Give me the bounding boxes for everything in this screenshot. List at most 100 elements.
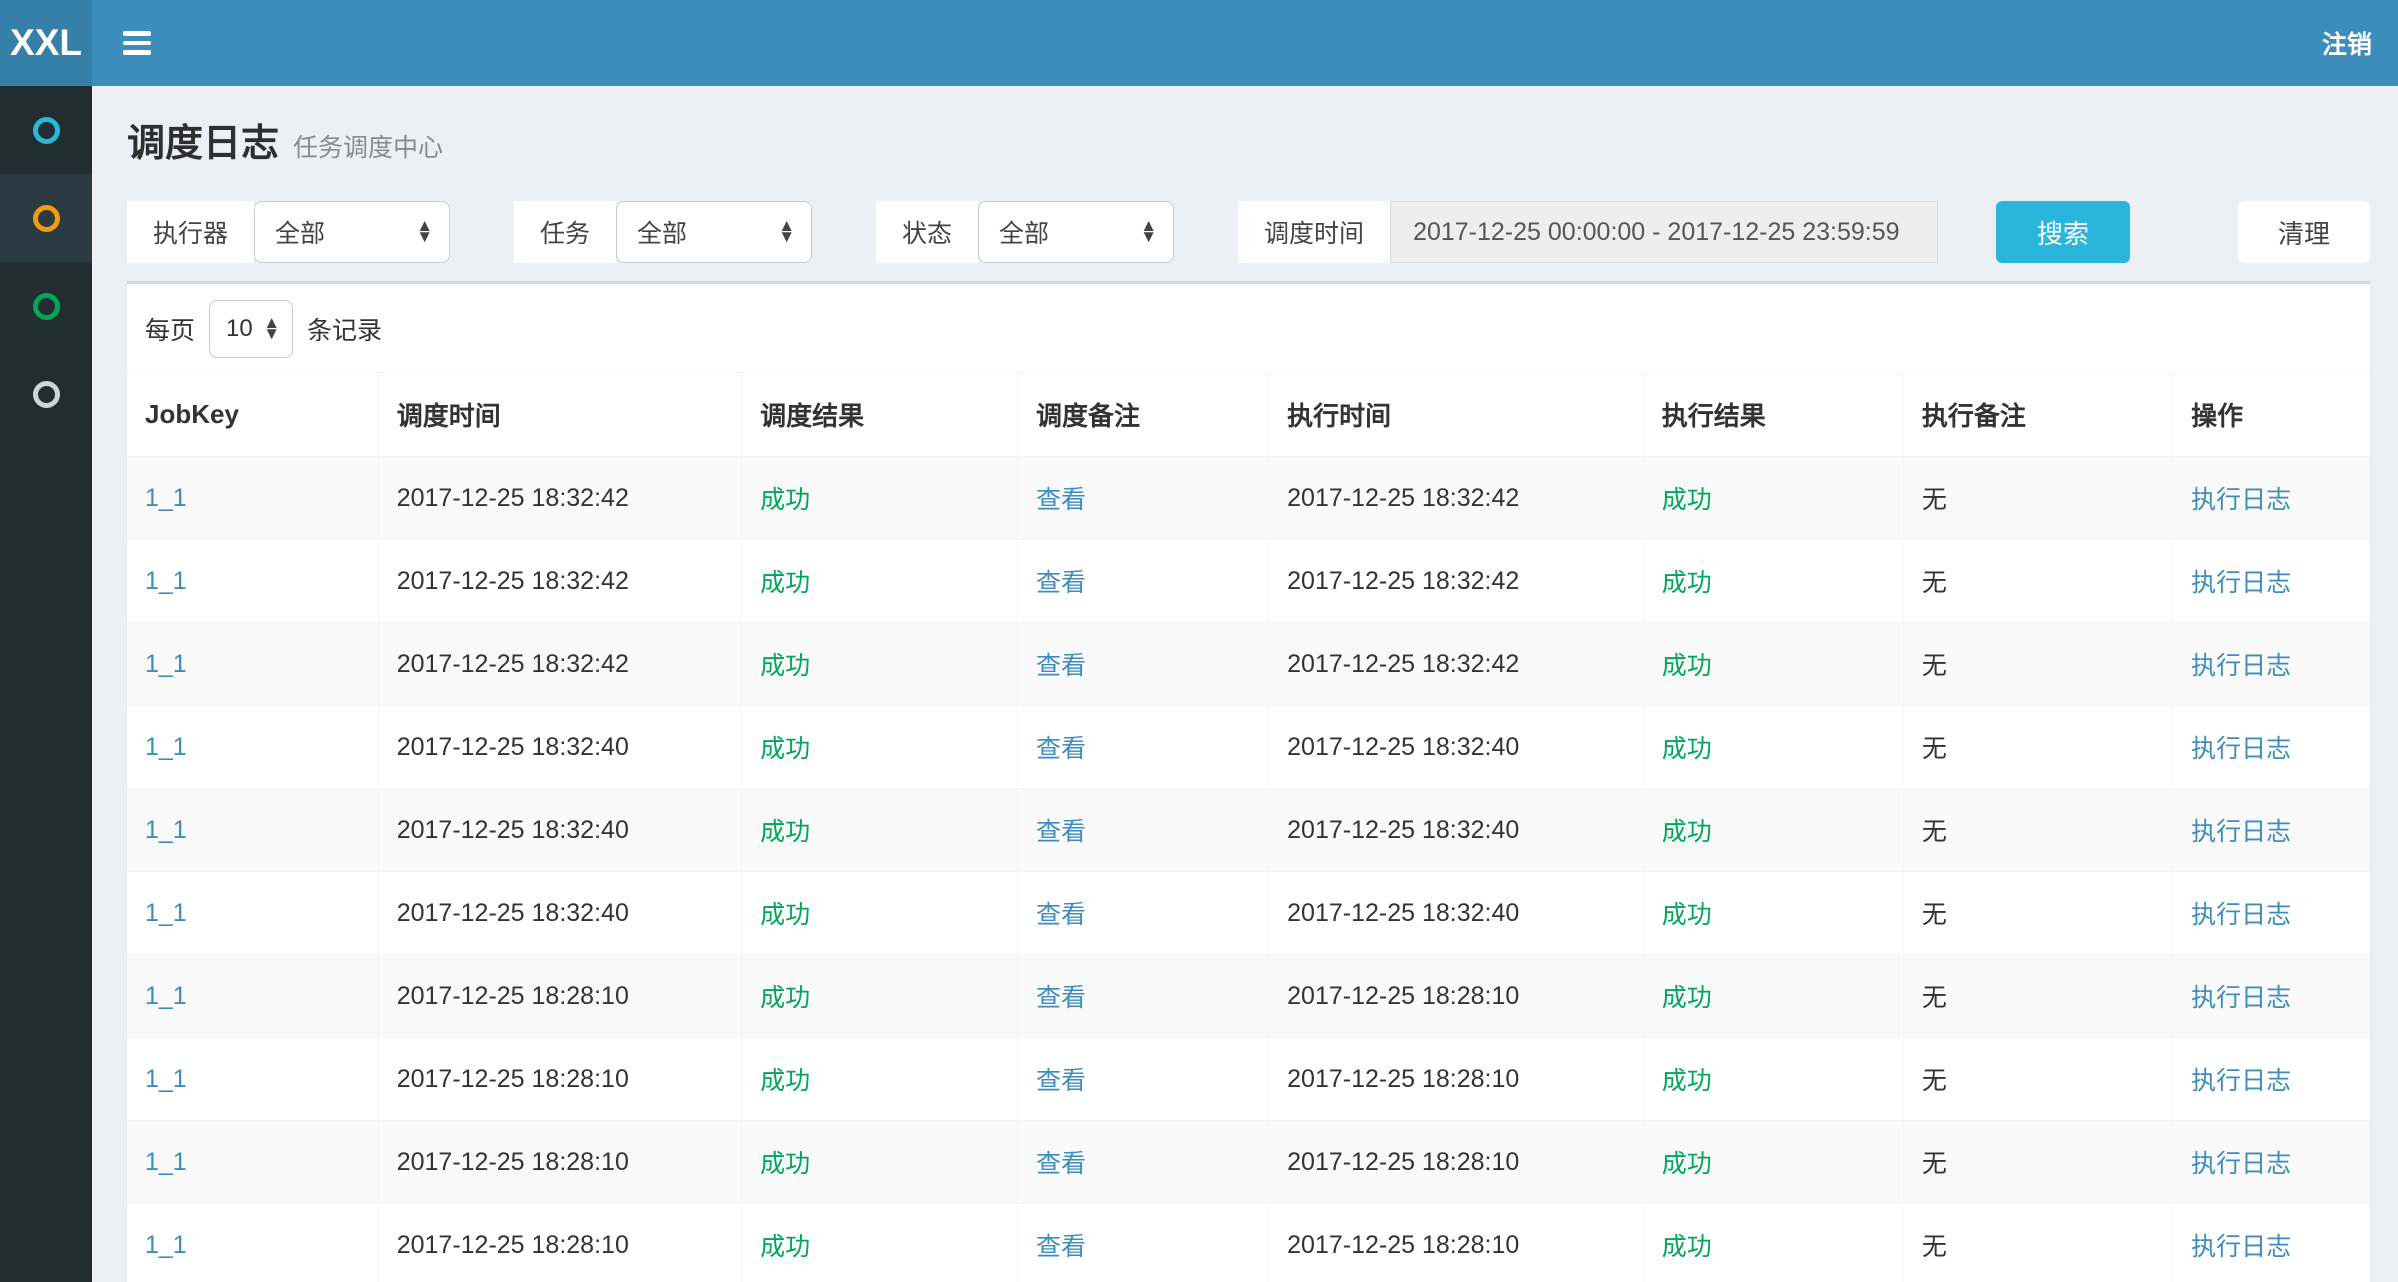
hamburger-icon — [123, 31, 151, 36]
schedule-time-input[interactable] — [1390, 201, 1938, 263]
app-logo[interactable]: XXL — [0, 0, 92, 86]
dispatch-result: 成功 — [742, 623, 1018, 706]
page-size-select[interactable]: 10 ▲▼ — [209, 300, 293, 358]
dispatch-time: 2017-12-25 18:28:10 — [378, 1121, 741, 1204]
dispatch-time: 2017-12-25 18:32:40 — [378, 789, 741, 872]
table-row: 1_12017-12-25 18:32:40成功查看2017-12-25 18:… — [127, 789, 2370, 872]
schedule-time-filter-label: 调度时间 — [1238, 201, 1390, 263]
jobkey-link-cell: 1_1 — [127, 457, 378, 540]
sidebar-item-1[interactable] — [0, 86, 92, 174]
jobkey-link[interactable]: 1_1 — [145, 1065, 187, 1093]
schedule-time-filter-group: 调度时间 — [1238, 201, 1938, 263]
exec-log-link[interactable]: 执行日志 — [2191, 1150, 2291, 1178]
jobkey-link-cell: 1_1 — [127, 623, 378, 706]
column-header-dispatch-result: 调度结果 — [742, 373, 1018, 457]
exec-log-link[interactable]: 执行日志 — [2191, 901, 2291, 929]
jobkey-link[interactable]: 1_1 — [145, 1231, 187, 1259]
exec-time: 2017-12-25 18:32:42 — [1269, 457, 1644, 540]
view-remark-link[interactable]: 查看 — [1036, 652, 1086, 680]
jobkey-link-cell: 1_1 — [127, 872, 378, 955]
exec-result: 成功 — [1643, 457, 1903, 540]
sidebar-item-3[interactable] — [0, 262, 92, 350]
sidebar-toggle-button[interactable] — [92, 0, 182, 86]
dispatch-result: 成功 — [742, 872, 1018, 955]
exec-log-link[interactable]: 执行日志 — [2191, 569, 2291, 597]
dispatch-time: 2017-12-25 18:32:40 — [378, 872, 741, 955]
navbar-spacer — [182, 0, 2296, 86]
job-filter-label: 任务 — [514, 201, 616, 263]
exec-log-link[interactable]: 执行日志 — [2191, 486, 2291, 514]
jobkey-link-cell: 1_1 — [127, 1204, 378, 1282]
jobkey-link[interactable]: 1_1 — [145, 982, 187, 1010]
jobkey-link[interactable]: 1_1 — [145, 650, 187, 678]
sidebar-item-4[interactable] — [0, 350, 92, 438]
exec-log-link[interactable]: 执行日志 — [2191, 1067, 2291, 1095]
sidebar-item-2[interactable] — [0, 174, 92, 262]
exec-result: 成功 — [1643, 623, 1903, 706]
job-filter-group: 任务 全部 ▲▼ — [514, 201, 812, 263]
view-remark-link[interactable]: 查看 — [1036, 818, 1086, 846]
clear-button[interactable]: 清理 — [2238, 201, 2370, 263]
select-arrows-icon: ▲▼ — [778, 221, 795, 242]
exec-log-link-cell: 执行日志 — [2173, 789, 2370, 872]
view-remark-link[interactable]: 查看 — [1036, 1150, 1086, 1178]
view-remark-link[interactable]: 查看 — [1036, 735, 1086, 763]
exec-log-link[interactable]: 执行日志 — [2191, 984, 2291, 1012]
exec-log-link[interactable]: 执行日志 — [2191, 735, 2291, 763]
jobkey-link[interactable]: 1_1 — [145, 899, 187, 927]
exec-log-link[interactable]: 执行日志 — [2191, 1233, 2291, 1261]
jobkey-link-cell: 1_1 — [127, 540, 378, 623]
exec-time: 2017-12-25 18:28:10 — [1269, 955, 1644, 1038]
view-remark-link-cell: 查看 — [1017, 623, 1268, 706]
view-remark-link[interactable]: 查看 — [1036, 1233, 1086, 1261]
exec-log-link-cell: 执行日志 — [2173, 1038, 2370, 1121]
filter-bar: 执行器 全部 ▲▼ 任务 全部 ▲▼ 状态 全部 ▲▼ — [127, 201, 2370, 263]
exec-remark: 无 — [1903, 789, 2172, 872]
exec-log-link[interactable]: 执行日志 — [2191, 818, 2291, 846]
table-row: 1_12017-12-25 18:32:40成功查看2017-12-25 18:… — [127, 706, 2370, 789]
status-filter-label: 状态 — [876, 201, 978, 263]
log-table-body: 1_12017-12-25 18:32:42成功查看2017-12-25 18:… — [127, 457, 2370, 1282]
executor-select[interactable]: 全部 ▲▼ — [254, 201, 450, 263]
exec-time: 2017-12-25 18:28:10 — [1269, 1121, 1644, 1204]
dispatch-time: 2017-12-25 18:32:42 — [378, 623, 741, 706]
view-remark-link[interactable]: 查看 — [1036, 901, 1086, 929]
column-header-jobkey: JobKey — [127, 373, 378, 457]
exec-log-link[interactable]: 执行日志 — [2191, 652, 2291, 680]
view-remark-link-cell: 查看 — [1017, 872, 1268, 955]
exec-log-link-cell: 执行日志 — [2173, 706, 2370, 789]
table-row: 1_12017-12-25 18:32:42成功查看2017-12-25 18:… — [127, 623, 2370, 706]
dispatch-time: 2017-12-25 18:32:42 — [378, 540, 741, 623]
jobkey-link[interactable]: 1_1 — [145, 733, 187, 761]
view-remark-link[interactable]: 查看 — [1036, 569, 1086, 597]
dispatch-time: 2017-12-25 18:32:42 — [378, 457, 741, 540]
jobkey-link[interactable]: 1_1 — [145, 816, 187, 844]
exec-remark: 无 — [1903, 1038, 2172, 1121]
dispatch-time: 2017-12-25 18:28:10 — [378, 955, 741, 1038]
jobkey-link[interactable]: 1_1 — [145, 484, 187, 512]
view-remark-link[interactable]: 查看 — [1036, 486, 1086, 514]
view-remark-link[interactable]: 查看 — [1036, 984, 1086, 1012]
jobkey-link-cell: 1_1 — [127, 789, 378, 872]
column-header-dispatch-time: 调度时间 — [378, 373, 741, 457]
view-remark-link-cell: 查看 — [1017, 1121, 1268, 1204]
view-remark-link-cell: 查看 — [1017, 540, 1268, 623]
dispatch-result: 成功 — [742, 540, 1018, 623]
jobkey-link[interactable]: 1_1 — [145, 567, 187, 595]
table-row: 1_12017-12-25 18:28:10成功查看2017-12-25 18:… — [127, 1121, 2370, 1204]
view-remark-link[interactable]: 查看 — [1036, 1067, 1086, 1095]
executor-select-value: 全部 — [275, 214, 416, 250]
job-select[interactable]: 全部 ▲▼ — [616, 201, 812, 263]
search-button[interactable]: 搜索 — [1996, 201, 2130, 263]
exec-remark: 无 — [1903, 955, 2172, 1038]
exec-log-link-cell: 执行日志 — [2173, 540, 2370, 623]
column-header-exec-time: 执行时间 — [1269, 373, 1644, 457]
dispatch-result: 成功 — [742, 706, 1018, 789]
table-row: 1_12017-12-25 18:32:42成功查看2017-12-25 18:… — [127, 540, 2370, 623]
status-select[interactable]: 全部 ▲▼ — [978, 201, 1174, 263]
table-row: 1_12017-12-25 18:28:10成功查看2017-12-25 18:… — [127, 955, 2370, 1038]
logout-link[interactable]: 注销 — [2296, 0, 2398, 86]
jobkey-link[interactable]: 1_1 — [145, 1148, 187, 1176]
exec-time: 2017-12-25 18:28:10 — [1269, 1204, 1644, 1282]
exec-time: 2017-12-25 18:32:40 — [1269, 789, 1644, 872]
